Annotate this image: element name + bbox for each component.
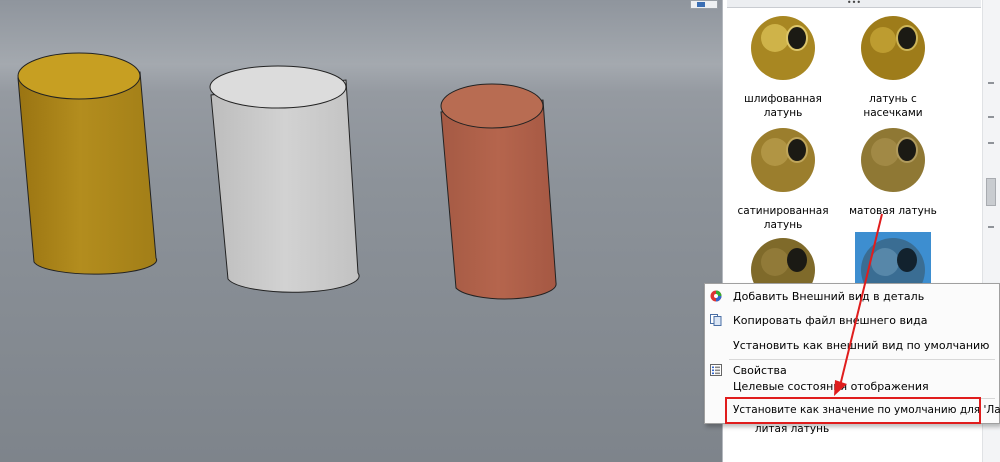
menu-item-add-appearance[interactable]: Добавить Внешний вид в деталь (733, 290, 924, 303)
menu-item-set-default-appearance[interactable]: Установить как внешний вид по умолчанию (733, 339, 989, 352)
copper-cylinder[interactable] (440, 83, 557, 300)
material-tile-brushed-brass[interactable]: шлифованная латунь (733, 10, 833, 120)
material-label: сатинированная латунь (737, 205, 829, 231)
menu-separator (729, 359, 995, 360)
material-label-cast-brass: литая латунь (754, 423, 830, 435)
view-toggle-button[interactable] (690, 0, 718, 9)
scroll-marker (988, 142, 994, 144)
material-label: латунь с насечками (863, 93, 923, 119)
scroll-marker (988, 226, 994, 228)
brass-sphere-thumbnail (861, 128, 925, 192)
highlight-box (725, 397, 981, 424)
brass-sphere-thumbnail (751, 128, 815, 192)
brass-cylinder[interactable] (17, 52, 158, 275)
scrollbar-thumb[interactable] (986, 178, 996, 206)
menu-item-display-states[interactable]: Целевые состояния отображения (733, 380, 929, 393)
view-icon (697, 2, 705, 7)
scroll-marker (988, 116, 994, 118)
material-tile-matte-brass[interactable]: матовая латунь (843, 122, 943, 218)
add-appearance-icon (710, 290, 722, 302)
panel-splitter[interactable]: ••• (727, 0, 981, 8)
scroll-marker (988, 82, 994, 84)
brass-sphere-thumbnail (751, 16, 815, 80)
material-label: шлифованная латунь (744, 93, 822, 119)
copy-file-icon (710, 314, 722, 326)
properties-icon (710, 364, 722, 376)
material-tile-satin-brass[interactable]: сатинированная латунь (733, 122, 833, 232)
graphics-viewport[interactable] (0, 0, 722, 462)
silver-cylinder[interactable] (209, 65, 360, 293)
material-tile-knurled-brass[interactable]: латунь с насечками (843, 10, 943, 120)
brass-sphere-thumbnail (861, 16, 925, 80)
material-label: матовая латунь (849, 205, 937, 217)
menu-item-properties[interactable]: Свойства (733, 364, 787, 377)
brass-sphere-thumbnail (751, 238, 815, 288)
menu-item-copy-appearance-file[interactable]: Копировать файл внешнего вида (733, 314, 927, 327)
brass-sphere-thumbnail (855, 232, 931, 288)
